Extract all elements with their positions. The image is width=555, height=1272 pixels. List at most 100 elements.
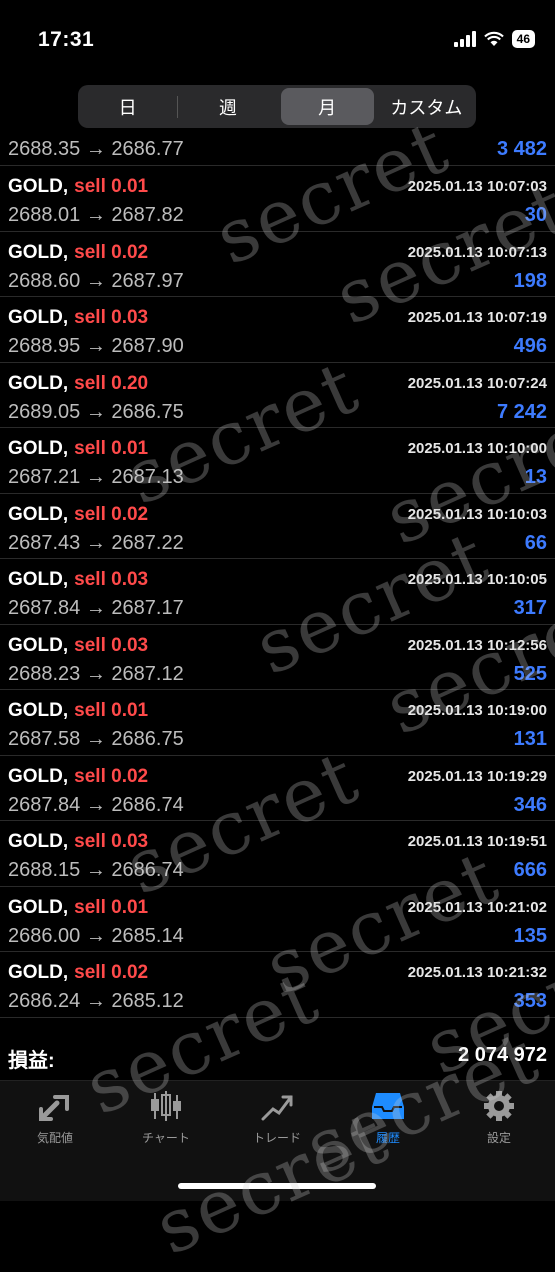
quotes-icon xyxy=(39,1095,69,1121)
trade-symbol-type: GOLD, sell 0.03 xyxy=(8,569,148,591)
price-range: 2687.84 → 2687.17 xyxy=(8,597,184,619)
trade-timestamp: 2025.01.13 10:07:24 xyxy=(407,374,547,392)
profit-value: 13 xyxy=(524,466,547,488)
trade-symbol-type: GOLD, sell 0.03 xyxy=(8,307,148,329)
price-range: 2686.00 → 2685.14 xyxy=(8,924,184,947)
segment-divider xyxy=(177,95,179,118)
list-item[interactable]: GOLD, sell 0.20 2025.01.13 10:07:24 2689.05… xyxy=(0,363,555,428)
trade-symbol: GOLD, xyxy=(8,962,69,983)
trade-type: sell 0.01 xyxy=(74,438,149,459)
trade-type: sell 0.20 xyxy=(74,372,149,394)
trade-timestamp: 2025.01.13 10:07:19 xyxy=(407,309,547,326)
tab-label: 気配値 xyxy=(36,1131,73,1145)
trade-symbol: GOLD, xyxy=(8,307,69,328)
list-item[interactable]: GOLD, sell 0.02 2025.01.13 10:07:13 2688.60… xyxy=(0,232,555,297)
list-item[interactable]: GOLD, sell 0.02 2025.01.13 10:10:03 2687.43… xyxy=(0,494,555,559)
status-bar: 17:31 46 xyxy=(0,0,555,80)
list-item[interactable]: GOLD, sell 0.03 2025.01.13 10:07:19 2688.95… xyxy=(0,297,555,363)
trade-symbol: GOLD, xyxy=(8,176,69,197)
trade-type: sell 0.03 xyxy=(74,634,149,656)
trade-history-list: 2688.35 → 2686.77 3 482 GOLD, sell 0.01 20… xyxy=(0,134,555,1018)
profit-value: 30 xyxy=(524,204,547,226)
price-range: 2687.58 → 2686.75 xyxy=(8,728,184,750)
list-item[interactable]: GOLD, sell 0.03 2025.01.13 10:12:56 2688.23… xyxy=(0,625,555,690)
wifi-icon xyxy=(483,31,504,46)
trade-timestamp: 2025.01.13 10:10:03 xyxy=(407,505,547,523)
chart-icon xyxy=(151,1091,181,1121)
trade-symbol-type: GOLD, sell 0.03 xyxy=(8,635,148,657)
list-item[interactable]: GOLD, sell 0.02 2025.01.13 10:21:32 2686.24… xyxy=(0,952,555,1018)
trade-type: sell 0.01 xyxy=(74,176,149,197)
profit-value: 525 xyxy=(513,662,547,685)
trade-timestamp: 2025.01.13 10:21:02 xyxy=(407,898,547,916)
price-range: 2688.35 → 2686.77 xyxy=(8,138,184,160)
trade-type: sell 0.02 xyxy=(74,503,149,525)
trade-timestamp: 2025.01.13 10:10:00 xyxy=(407,440,547,457)
price-range: 2687.43 → 2687.22 xyxy=(8,531,184,554)
list-item[interactable]: GOLD, sell 0.03 2025.01.13 10:10:05 2687.84… xyxy=(0,559,555,625)
price-range: 2687.21 → 2687.13 xyxy=(8,466,184,488)
segment-month[interactable]: 月 xyxy=(280,88,374,125)
price-range: 2688.95 → 2687.90 xyxy=(8,335,184,357)
profit-value: 131 xyxy=(513,728,547,750)
profit-value: 317 xyxy=(513,597,547,619)
total-value: 2 074 972 xyxy=(458,1044,547,1066)
total-profit-row: 損益: 2 074 972 xyxy=(0,1040,555,1074)
trade-symbol-type: GOLD, sell 0.01 xyxy=(8,176,148,198)
price-range: 2686.24 → 2685.12 xyxy=(8,990,184,1012)
trade-timestamp: 2025.01.13 10:07:13 xyxy=(407,243,547,261)
trade-icon xyxy=(261,1095,293,1121)
list-item[interactable]: GOLD, sell 0.01 2025.01.13 10:10:00 2687.21… xyxy=(0,428,555,494)
profit-value: 135 xyxy=(513,924,547,947)
list-item[interactable]: GOLD, sell 0.03 2025.01.13 10:19:51 2688.15… xyxy=(0,821,555,887)
trade-timestamp: 2025.01.13 10:19:29 xyxy=(407,767,547,785)
trade-symbol-type: GOLD, sell 0.01 xyxy=(8,700,148,722)
segment-week[interactable]: 週 xyxy=(181,88,274,125)
profit-value: 198 xyxy=(513,269,547,292)
trade-symbol: GOLD, xyxy=(8,438,69,459)
segment-day[interactable]: 日 xyxy=(81,88,174,125)
trade-symbol: GOLD, xyxy=(8,831,69,852)
profit-value: 66 xyxy=(524,531,547,554)
trade-type: sell 0.01 xyxy=(74,700,149,721)
tab-settings[interactable]: 設定 xyxy=(449,1089,549,1146)
trade-symbol-type: GOLD, sell 0.02 xyxy=(8,504,148,526)
period-segmented-control: 日 週 月 カスタム xyxy=(78,85,476,128)
tab-chart[interactable]: チャート xyxy=(116,1089,216,1146)
profit-value: 346 xyxy=(513,793,547,816)
price-range: 2687.84 → 2686.74 xyxy=(8,793,184,816)
list-item[interactable]: GOLD, sell 0.01 2025.01.13 10:21:02 2686.00… xyxy=(0,887,555,952)
list-item[interactable]: 2688.35 → 2686.77 3 482 xyxy=(0,134,555,166)
battery-indicator: 46 xyxy=(511,30,535,48)
list-item[interactable]: GOLD, sell 0.01 2025.01.13 10:07:03 2688.01… xyxy=(0,166,555,232)
tab-history[interactable]: 履歴 xyxy=(338,1089,438,1146)
list-item[interactable]: GOLD, sell 0.02 2025.01.13 10:19:29 2687.84… xyxy=(0,756,555,821)
price-range: 2688.01 → 2687.82 xyxy=(8,204,184,226)
cellular-signal-icon xyxy=(453,31,476,47)
tab-label: 設定 xyxy=(486,1131,511,1145)
tab-label: トレード xyxy=(252,1131,301,1145)
trade-symbol: GOLD, xyxy=(8,372,69,394)
trade-type: sell 0.03 xyxy=(74,307,149,328)
tab-trade[interactable]: トレード xyxy=(227,1089,327,1146)
history-icon xyxy=(372,1093,404,1119)
gear-icon xyxy=(484,1091,514,1121)
trade-symbol: GOLD, xyxy=(8,896,69,918)
trade-symbol: GOLD, xyxy=(8,503,69,525)
tab-quotes[interactable]: 気配値 xyxy=(5,1089,105,1146)
trade-symbol-type: GOLD, sell 0.01 xyxy=(8,438,148,460)
segment-custom[interactable]: カスタム xyxy=(380,88,473,125)
home-indicator[interactable] xyxy=(178,1183,376,1189)
profit-value: 353 xyxy=(513,990,547,1012)
trade-symbol: GOLD, xyxy=(8,700,69,721)
list-item[interactable]: GOLD, sell 0.01 2025.01.13 10:19:00 2687.58… xyxy=(0,690,555,756)
trade-symbol-type: GOLD, sell 0.20 xyxy=(8,373,148,395)
tab-bar: 気配値 チャート トレード 履歴 設定 xyxy=(0,1080,555,1201)
trade-type: sell 0.02 xyxy=(74,241,149,263)
trade-timestamp: 2025.01.13 10:19:00 xyxy=(407,702,547,719)
trade-timestamp: 2025.01.13 10:10:05 xyxy=(407,571,547,588)
trade-timestamp: 2025.01.13 10:21:32 xyxy=(407,964,547,981)
status-icons: 46 xyxy=(453,30,535,48)
trade-symbol: GOLD, xyxy=(8,634,69,656)
trade-symbol-type: GOLD, sell 0.02 xyxy=(8,242,148,264)
